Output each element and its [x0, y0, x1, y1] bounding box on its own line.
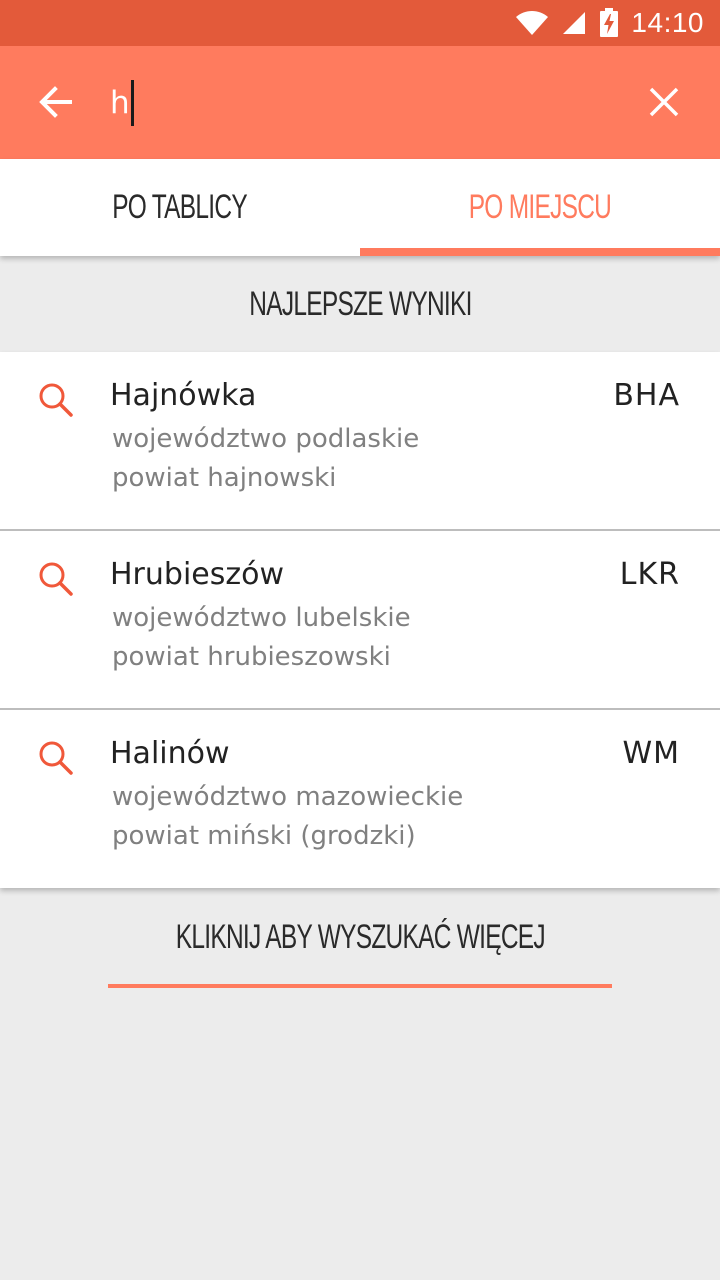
- search-icon: [39, 741, 73, 775]
- arrow-left-icon: [39, 86, 72, 118]
- search-input-value: h: [110, 85, 130, 121]
- section-header: NAJLEPSZE WYNIKI: [0, 256, 720, 352]
- result-voivodeship: województwo podlaskie: [112, 424, 420, 454]
- result-county: powiat miński (grodzki): [112, 821, 416, 851]
- search-toolbar: h: [0, 46, 720, 159]
- status-bar: 14:10: [0, 0, 720, 46]
- close-icon: [649, 87, 679, 117]
- tab-po-miejscu[interactable]: PO MIEJSCU: [360, 159, 720, 256]
- tab-po-tablicy[interactable]: PO TABLICY: [0, 159, 360, 256]
- search-icon: [39, 383, 73, 417]
- result-code: WM: [622, 736, 680, 771]
- search-more-button[interactable]: KLIKNIJ ABY WYSZUKAĆ WIĘCEJ: [108, 890, 612, 988]
- wifi-icon: [516, 11, 549, 35]
- back-button[interactable]: [28, 74, 84, 130]
- result-county: powiat hrubieszowski: [112, 642, 391, 672]
- search-icon: [39, 562, 73, 596]
- search-more-label: KLIKNIJ ABY WYSZUKAĆ WIĘCEJ: [175, 917, 545, 956]
- results-list: Hajnówka BHA województwo podlaskie powia…: [0, 352, 720, 888]
- result-voivodeship: województwo mazowieckie: [112, 782, 464, 812]
- section-header-label: NAJLEPSZE WYNIKI: [248, 284, 472, 323]
- list-item[interactable]: Hrubieszów LKR województwo lubelskie pow…: [0, 531, 720, 710]
- search-input[interactable]: h: [110, 76, 590, 130]
- signal-icon: [563, 12, 586, 34]
- text-cursor: [130, 80, 134, 126]
- tab-indicator: [360, 248, 720, 256]
- result-code: LKR: [619, 557, 680, 592]
- list-item[interactable]: Halinów WM województwo mazowieckie powia…: [0, 710, 720, 888]
- tab-bar: PO TABLICY PO MIEJSCU: [0, 159, 720, 256]
- status-time: 14:10: [631, 7, 704, 38]
- tab-po-miejscu-label: PO MIEJSCU: [468, 188, 612, 226]
- result-name: Halinów: [110, 736, 230, 771]
- result-name: Hrubieszów: [110, 557, 285, 592]
- clear-search-button[interactable]: [636, 74, 692, 130]
- tab-po-tablicy-label: PO TABLICY: [112, 188, 248, 226]
- status-icons: 14:10: [515, 0, 704, 46]
- result-name: Hajnówka: [110, 378, 257, 413]
- result-code: BHA: [613, 378, 680, 413]
- result-county: powiat hajnowski: [112, 463, 337, 493]
- battery-charging-icon: [600, 8, 619, 37]
- list-item[interactable]: Hajnówka BHA województwo podlaskie powia…: [0, 352, 720, 531]
- result-voivodeship: województwo lubelskie: [112, 603, 411, 633]
